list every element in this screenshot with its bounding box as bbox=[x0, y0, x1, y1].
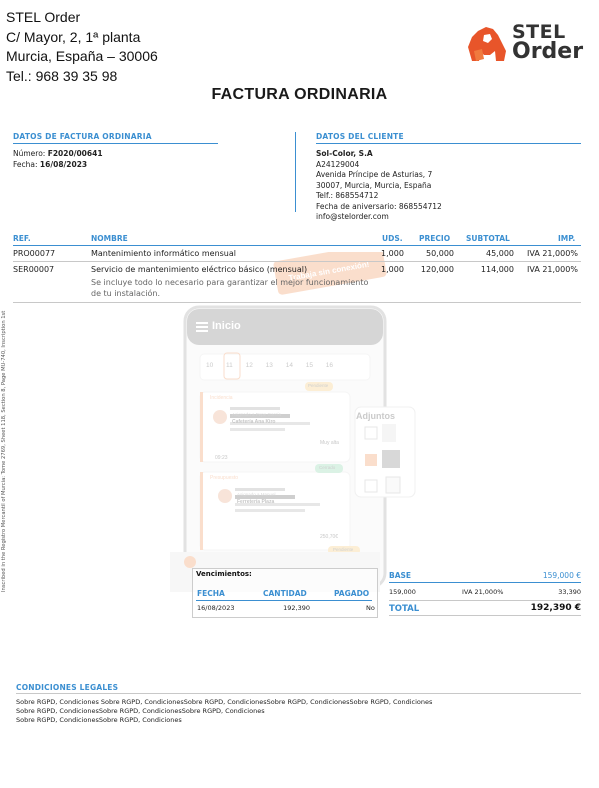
invoice-date: 16/08/2023 bbox=[39, 159, 88, 169]
col-subtotal-header: SUBTOTAL bbox=[466, 234, 510, 243]
client-email: info@stelorder.com bbox=[316, 212, 389, 221]
due-row-date: 16/08/2023 bbox=[197, 604, 235, 612]
document-title: FACTURA ORDINARIA bbox=[211, 86, 388, 103]
watermark-days: 10 11 12 13 14 15 16 bbox=[206, 362, 334, 369]
watermark-card3-status: Pendiente bbox=[333, 547, 354, 552]
client-heading-rule bbox=[316, 143, 581, 144]
col-name-header: NOMBRE bbox=[91, 234, 128, 243]
registry-side-text: Inscribed in the Registro Mercantil of M… bbox=[1, 310, 7, 592]
invoice-date-label: Fecha: bbox=[13, 159, 38, 169]
watermark-card2-status: Cerrado bbox=[319, 465, 336, 470]
legal-heading: CONDICIONES LEGALES bbox=[16, 683, 119, 692]
client-name: Sol-Color, S.A bbox=[316, 149, 373, 158]
due-row-amount: 192,390 bbox=[283, 604, 310, 612]
col-ref-header: REF. bbox=[13, 234, 31, 243]
totals-top-rule bbox=[389, 582, 581, 583]
watermark-card2-type: Presupuesto bbox=[210, 475, 239, 481]
section-divider bbox=[295, 132, 296, 212]
invoice-number-label: Número: bbox=[13, 149, 46, 158]
due-paid-header: PAGADO bbox=[334, 589, 370, 598]
col-units-header: UDS. bbox=[382, 234, 403, 243]
legal-line: Sobre RGPD, Condiciones Sobre RGPD, Cond… bbox=[16, 698, 433, 706]
client-street: Avenida Príncipe de Asturias, 7 bbox=[316, 170, 433, 179]
company-address-line1: C/ Mayor, 2, 1ª planta bbox=[6, 28, 141, 45]
watermark-attachments-label: Adjuntos bbox=[356, 411, 395, 421]
row-subtotal: 45,000 bbox=[486, 249, 514, 258]
row-ref: PRO00077 bbox=[13, 249, 56, 258]
invoice-data-block: Número: F2020/00641 Fecha: 16/08/2023 bbox=[13, 149, 103, 170]
table-bottom-rule bbox=[13, 302, 581, 303]
legal-rule bbox=[16, 693, 581, 694]
table-row-divider bbox=[13, 261, 581, 262]
row-note: Se incluye todo lo necesario para garant… bbox=[91, 278, 369, 298]
row-price: 120,000 bbox=[420, 265, 454, 274]
company-phone: Tel.: 968 39 35 98 bbox=[6, 67, 118, 84]
totals-mid-rule bbox=[389, 600, 581, 601]
totals-row-amount: 33,390 bbox=[558, 588, 581, 596]
watermark-card2-client: Ferretería Plaza bbox=[237, 499, 275, 505]
due-row-paid: No bbox=[366, 604, 375, 612]
watermark-card1-priority: Muy alta bbox=[320, 440, 339, 446]
client-data-heading: DATOS DEL CLIENTE bbox=[316, 132, 404, 141]
table-header-rule bbox=[13, 245, 581, 246]
stel-order-logo: STEL Order bbox=[462, 21, 588, 67]
client-data-block: Sol-Color, S.A A24129004 Avenida Príncip… bbox=[316, 149, 442, 223]
client-phone: Telf.: 868554712 bbox=[316, 191, 379, 200]
row-price: 50,000 bbox=[426, 249, 454, 258]
due-date-header: FECHA bbox=[197, 589, 225, 598]
watermark-card1-assignee: Asignado a Pepe García bbox=[232, 412, 282, 417]
row-ref: SER00007 bbox=[13, 265, 55, 274]
totals-total-value: 192,390 € bbox=[530, 603, 581, 613]
watermark-card1-client: Cafetería Ana Kiro bbox=[232, 419, 276, 425]
invoice-number: F2020/00641 bbox=[47, 149, 103, 158]
client-anniversary: Fecha de aniversario: 868554712 bbox=[316, 201, 442, 211]
due-dates-title: Vencimientos: bbox=[196, 570, 252, 578]
row-tax: IVA 21,000% bbox=[527, 249, 578, 258]
watermark-card2-amount: 250,70€ bbox=[320, 534, 339, 540]
row-subtotal: 114,000 bbox=[480, 265, 514, 274]
row-name: Mantenimiento informático mensual bbox=[91, 249, 236, 258]
watermark-card1-type: Incidencia bbox=[210, 395, 233, 401]
totals-row-base: 159,000 bbox=[389, 588, 416, 596]
row-units: 1,000 bbox=[381, 249, 404, 258]
phone-mockup-icon bbox=[170, 243, 416, 592]
invoice-data-heading: DATOS DE FACTURA ORDINARIA bbox=[13, 132, 152, 141]
due-dates-rule bbox=[196, 600, 372, 601]
legal-line: Sobre RGPD, CondicionesSobre RGPD, Condi… bbox=[16, 707, 265, 715]
watermark-card2-assignee: Asignado a Manuel bbox=[237, 492, 276, 497]
watermark-card1-status: Pendiente bbox=[308, 383, 329, 388]
client-city: 30007, Murcia, Murcia, España bbox=[316, 180, 432, 190]
col-price-header: PRECIO bbox=[419, 234, 451, 243]
row-name: Servicio de mantenimiento eléctrico bási… bbox=[91, 265, 308, 274]
logo-wordmark: STEL Order bbox=[512, 21, 584, 64]
totals-base-label: BASE bbox=[389, 571, 412, 580]
row-units: 1,000 bbox=[381, 265, 404, 274]
totals-base-value: 159,000 € bbox=[542, 571, 581, 580]
company-name: STEL Order bbox=[6, 9, 81, 25]
invoice-heading-rule bbox=[13, 143, 218, 144]
row-tax: IVA 21,000% bbox=[527, 265, 578, 274]
watermark-screen-title: Inicio bbox=[212, 320, 241, 332]
legal-line: Sobre RGPD, CondicionesSobre RGPD, Condi… bbox=[16, 716, 182, 724]
totals-row-tax: IVA 21,000% bbox=[462, 588, 504, 596]
company-block: STEL Order C/ Mayor, 2, 1ª planta Murcia… bbox=[6, 8, 158, 86]
gorilla-icon bbox=[468, 27, 506, 61]
watermark-card1-time: 09:23 bbox=[215, 455, 228, 461]
legal-text: Sobre RGPD, Condiciones Sobre RGPD, Cond… bbox=[16, 698, 581, 725]
totals-total-label: TOTAL bbox=[389, 604, 420, 614]
app-watermark-illustration: Inicio Trabaja sin conexión! Adjuntos 10… bbox=[170, 243, 420, 592]
totals-bottom-rule bbox=[389, 615, 581, 616]
col-tax-header: IMP. bbox=[558, 234, 576, 243]
due-amount-header: CANTIDAD bbox=[263, 589, 307, 598]
company-address-line2: Murcia, España – 30006 bbox=[6, 48, 158, 64]
client-tax-id: A24129004 bbox=[316, 159, 360, 169]
